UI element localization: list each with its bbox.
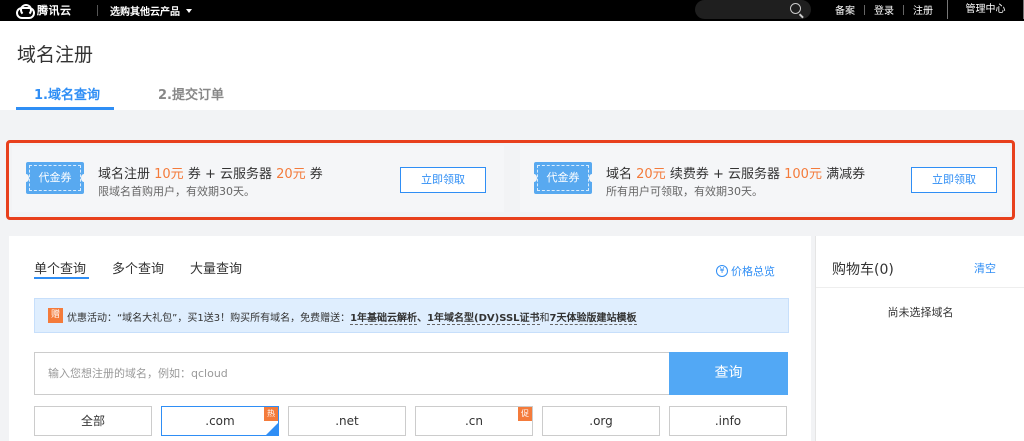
active-tab-underline [16, 107, 114, 110]
tencent-cloud-logo[interactable]: 腾讯云 [16, 2, 72, 19]
suffix-com[interactable]: .com 热 [161, 406, 279, 436]
search-icon[interactable] [790, 3, 801, 14]
domain-search-input[interactable]: 输入您想注册的域名，例如：qcloud [34, 352, 670, 395]
active-query-tab-underline [34, 277, 89, 279]
logo-text: 腾讯云 [37, 4, 72, 17]
register-link[interactable]: 注册 [904, 2, 942, 17]
page-header: 域名注册 1.域名查询 2.提交订单 [0, 21, 1024, 110]
gift-badge-icon: 赠 [48, 308, 63, 323]
suffix-label: .net [335, 414, 359, 428]
suffix-label: .org [589, 414, 613, 428]
price-overview-link[interactable]: ¥ 价格总览 [716, 263, 775, 279]
cart-divider [816, 287, 1024, 288]
global-search-input[interactable] [695, 0, 811, 19]
console-link[interactable]: 管理中心 [947, 0, 1024, 19]
notice-separator: 、 [417, 313, 428, 324]
selected-corner-icon [266, 423, 278, 435]
notice-separator: 和 [539, 313, 550, 324]
suffix-cn[interactable]: .cn 促 [415, 406, 533, 436]
top-nav-bar: 腾讯云 选购其他云产品 备案 登录 注册 管理中心 [0, 0, 1024, 21]
notice-item-dns[interactable]: 1年基础云解析 [350, 313, 418, 325]
promo-notice-banner: 赠 优惠活动：“域名大礼包”，买1送3！购买所有域名，免费赠送：1年基础云解析、… [34, 298, 789, 333]
suffix-label: .com [205, 414, 235, 428]
tab-multi-query[interactable]: 多个查询 [112, 258, 164, 277]
notice-text: 优惠活动：“域名大礼包”，买1送3！购买所有域名，免费赠送：1年基础云解析、1年… [67, 309, 637, 325]
suffix-label: .info [714, 414, 742, 428]
page-title: 域名注册 [17, 44, 94, 66]
suffix-label: 全部 [80, 414, 105, 428]
query-tabs: 单个查询 多个查询 大量查询 [34, 258, 242, 277]
beian-link[interactable]: 备案 [826, 2, 864, 17]
query-button[interactable]: 查询 [669, 352, 788, 395]
suffix-org[interactable]: .org [542, 406, 660, 436]
products-menu[interactable]: 选购其他云产品 [110, 3, 192, 18]
clear-cart-link[interactable]: 清空 [974, 260, 996, 276]
domain-query-panel: 单个查询 多个查询 大量查询 ¥ 价格总览 赠 优惠活动：“域名大礼包”，买1送… [9, 236, 811, 441]
tab-bulk-query[interactable]: 大量查询 [190, 258, 242, 277]
suffix-net[interactable]: .net [288, 406, 406, 436]
notice-item-site-template[interactable]: 7天体验版建站模板 [549, 313, 637, 325]
cart-title: 购物车(0) [832, 262, 894, 278]
login-link[interactable]: 登录 [865, 2, 903, 17]
price-tag-icon: ¥ [716, 265, 728, 277]
hot-tag-badge: 热 [264, 407, 278, 421]
tab-submit-order[interactable]: 2.提交订单 [158, 84, 224, 103]
notice-prefix: 优惠活动：“域名大礼包”，买1送3！购买所有域名，免费赠送： [67, 313, 351, 324]
tab-single-query[interactable]: 单个查询 [34, 258, 86, 277]
price-overview-label: 价格总览 [731, 265, 775, 278]
shopping-cart-panel: 购物车(0) 清空 尚未选择域名 [815, 236, 1024, 441]
cart-empty-message: 尚未选择域名 [887, 306, 954, 319]
notice-item-ssl[interactable]: 1年域名型(DV)SSL证书 [427, 313, 540, 325]
suffix-info[interactable]: .info [669, 406, 787, 436]
top-links: 备案 登录 注册 [826, 0, 942, 19]
nav-divider [97, 5, 98, 16]
caret-down-icon [186, 9, 192, 13]
tab-domain-query[interactable]: 1.域名查询 [34, 84, 100, 103]
promo-highlight-frame [6, 140, 1015, 220]
cloud-logo-icon [16, 4, 35, 19]
suffix-all[interactable]: 全部 [34, 406, 152, 436]
products-menu-label: 选购其他云产品 [110, 7, 180, 18]
promo-tag-badge: 促 [518, 407, 532, 421]
suffix-label: .cn [464, 414, 484, 428]
